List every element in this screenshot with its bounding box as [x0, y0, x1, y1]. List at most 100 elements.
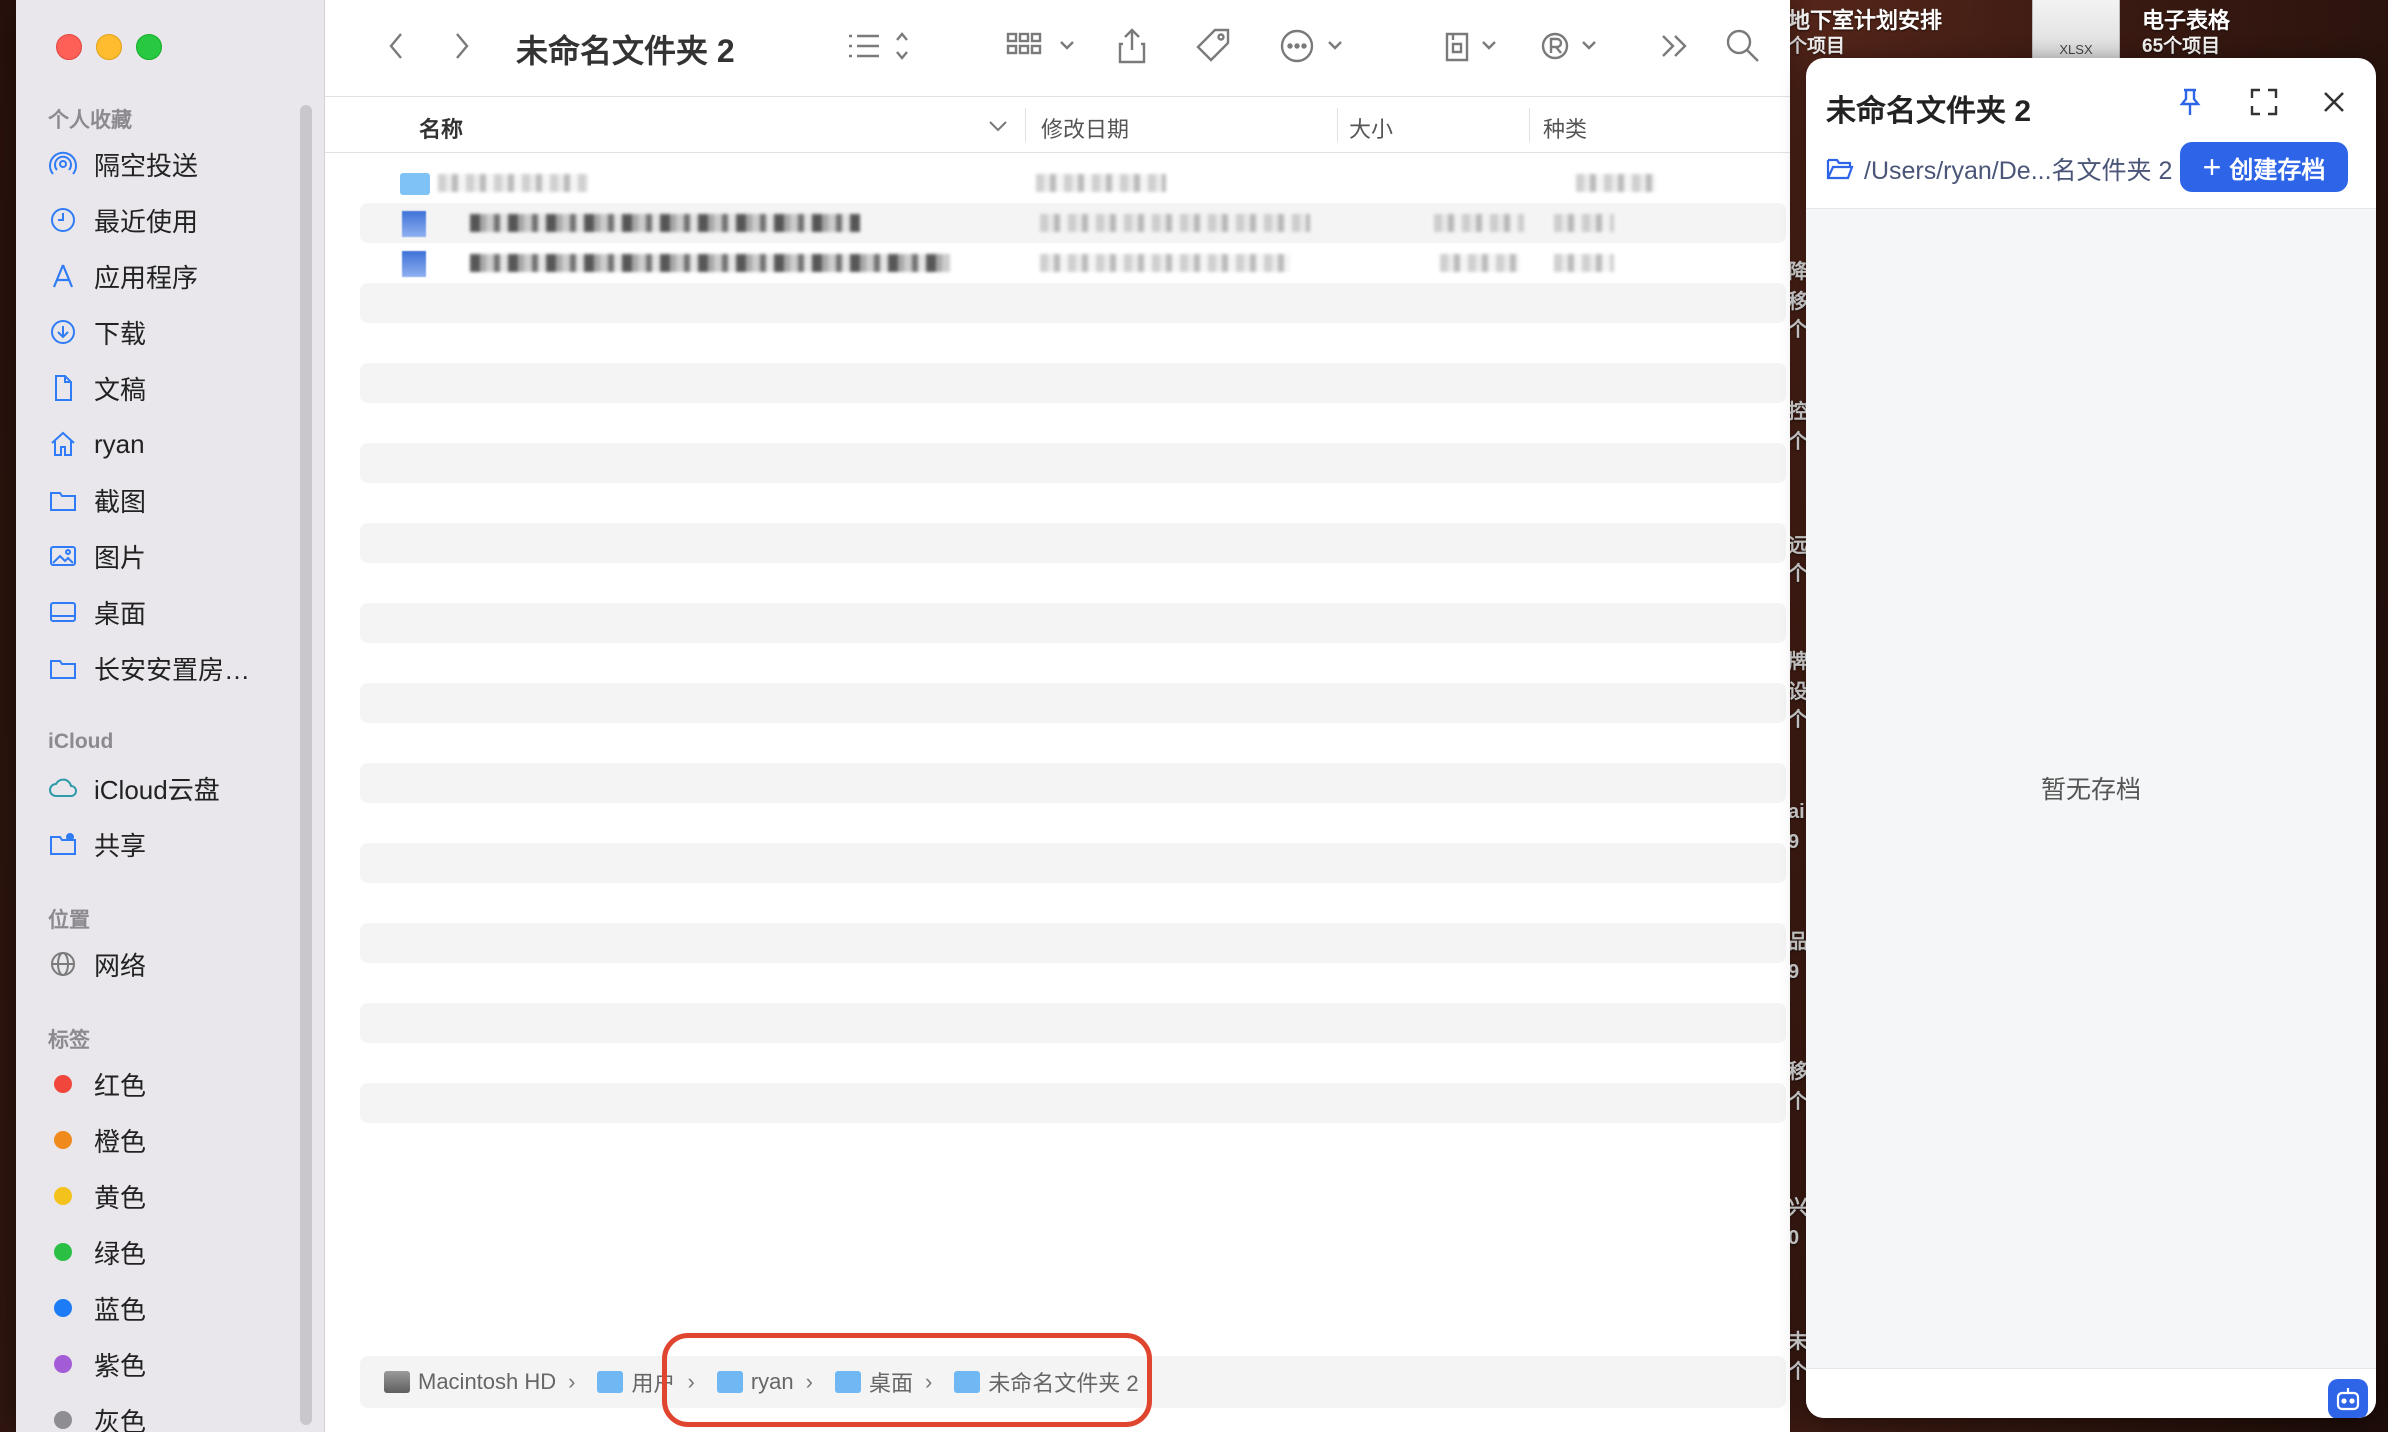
column-kind[interactable]: 种类	[1543, 112, 1587, 144]
desktop-item-spreadsheet[interactable]: 电子表格 65个项目	[2142, 8, 2230, 60]
empty-row	[360, 403, 1786, 443]
assistant-button[interactable]	[2328, 1379, 2368, 1418]
column-modified[interactable]: 修改日期	[1041, 112, 1129, 144]
home-icon	[48, 428, 84, 460]
view-list-button[interactable]	[845, 24, 909, 68]
empty-row	[360, 563, 1786, 603]
sidebar-item-label: 图片	[94, 542, 147, 573]
panel-close-button[interactable]	[2314, 82, 2354, 122]
sidebar-tag-item[interactable]: 灰色	[48, 1398, 308, 1432]
sidebar-tag-item[interactable]: 绿色	[48, 1230, 308, 1274]
sidebar-item-downloads[interactable]: 下载	[48, 310, 308, 354]
back-button[interactable]	[385, 24, 409, 68]
table-row[interactable]	[360, 203, 1786, 243]
share-button[interactable]	[1115, 24, 1149, 68]
tags-button[interactable]	[1193, 24, 1233, 68]
icloud-heading: iCloud	[48, 730, 114, 753]
empty-row	[360, 803, 1786, 843]
sidebar-tag-item[interactable]: 紫色	[48, 1342, 308, 1386]
desktop-item-folder[interactable]: 地下室计划安排 个项目	[1788, 8, 1942, 60]
photo-icon	[48, 540, 84, 572]
empty-row	[360, 323, 1786, 363]
table-row[interactable]	[360, 243, 1786, 283]
sidebar-item-screenshots[interactable]: 截图	[48, 478, 308, 522]
empty-row	[360, 483, 1786, 523]
column-name[interactable]: 名称	[419, 112, 463, 144]
empty-row	[360, 923, 1786, 963]
folder-icon	[597, 1371, 624, 1393]
sidebar-item-label: 应用程序	[94, 262, 199, 293]
tag-dot-icon	[48, 1292, 84, 1324]
panel-path[interactable]: /Users/ryan/De...名文件夹 2	[1826, 144, 2172, 194]
sidebar-tag-item[interactable]: 黄色	[48, 1174, 308, 1218]
empty-row	[360, 843, 1786, 883]
clock-icon	[48, 204, 84, 236]
zoom-window-button[interactable]	[136, 34, 162, 60]
globe-icon	[48, 948, 84, 980]
pin-icon	[2179, 88, 2201, 115]
close-icon	[2324, 92, 2344, 112]
tags-heading: 标签	[48, 1029, 90, 1052]
folder-icon	[400, 173, 430, 195]
sidebar-item-label: 隔空投送	[94, 150, 199, 181]
sidebar-item-recents[interactable]: 最近使用	[48, 198, 308, 242]
pin-button[interactable]	[2170, 82, 2210, 122]
sidebar-item-airdrop[interactable]: 隔空投送	[48, 142, 308, 186]
chevron-down-icon[interactable]	[987, 116, 1009, 136]
sidebar-item-changan-folder[interactable]: 长安安置房…	[48, 646, 308, 690]
empty-state-text: 暂无存档	[2040, 776, 2141, 804]
column-size[interactable]: 大小	[1349, 112, 1393, 144]
extension-button[interactable]	[1539, 24, 1603, 68]
create-archive-button[interactable]: + 创建存档	[2180, 142, 2348, 192]
chevron-right-icon: ›	[568, 1369, 576, 1394]
sidebar-item-label: ryan	[94, 428, 145, 459]
empty-row	[360, 283, 1786, 323]
sidebar-item-pictures[interactable]: 图片	[48, 534, 308, 578]
sidebar-tag-item[interactable]: 红色	[48, 1062, 308, 1106]
grid-icon	[1006, 32, 1074, 55]
sidebar-item-home[interactable]: ryan	[48, 422, 308, 466]
sidebar-item-icloud-drive[interactable]: iCloud云盘	[48, 766, 308, 810]
sidebar-item-label: 橙色	[94, 1126, 147, 1157]
tag-dot-icon	[48, 1124, 84, 1156]
panel-footer	[1806, 1368, 2376, 1418]
column-header: 名称 修改日期 大小 种类	[325, 100, 1790, 153]
tag-dot-icon	[48, 1180, 84, 1212]
archive-panel: 未命名文件夹 2 /Users/ryan/De...名文件夹 2 + 创建存档 …	[1806, 58, 2376, 1418]
toolbar-overflow-button[interactable]	[1657, 24, 1693, 68]
minimize-window-button[interactable]	[96, 34, 122, 60]
sidebar-item-label: 灰色	[94, 1406, 147, 1432]
archive-button[interactable]	[1439, 24, 1503, 68]
sidebar-item-desktop[interactable]: 桌面	[48, 590, 308, 634]
xlsx-thumbnail[interactable]: XLSX	[2032, 0, 2120, 59]
action-menu-button[interactable]	[1279, 24, 1349, 68]
close-window-button[interactable]	[56, 34, 82, 60]
expand-button[interactable]	[2244, 82, 2284, 122]
document-icon	[48, 372, 84, 404]
sidebar-item-documents[interactable]: 文稿	[48, 366, 308, 410]
archive-icon	[1445, 32, 1496, 62]
empty-row	[360, 443, 1786, 483]
sidebar-item-label: 长安安置房…	[94, 654, 251, 685]
desktop-item-count: 65个项目	[2142, 36, 2221, 57]
sidebar: 个人收藏 隔空投送 最近使用 应用程序 下载 文稿 ryan 截图 图片 桌面 …	[16, 0, 325, 1432]
path-crumb-macintosh-hd[interactable]: Macintosh HD ›	[384, 1369, 575, 1395]
annotation-highlight	[662, 1333, 1152, 1427]
sidebar-item-network[interactable]: 网络	[48, 942, 308, 986]
sidebar-item-shared[interactable]: 共享	[48, 822, 308, 866]
sidebar-item-label: iCloud云盘	[94, 774, 220, 805]
empty-row	[360, 963, 1786, 1003]
favorites-heading: 个人收藏	[48, 109, 132, 132]
table-row[interactable]	[360, 163, 1786, 203]
sidebar-item-applications[interactable]: 应用程序	[48, 254, 308, 298]
group-button[interactable]	[1005, 24, 1079, 68]
forward-button[interactable]	[449, 24, 473, 68]
empty-row	[360, 603, 1786, 643]
sidebar-scrollbar[interactable]	[300, 105, 312, 1425]
sidebar-item-label: 蓝色	[94, 1294, 147, 1325]
search-button[interactable]	[1723, 24, 1763, 68]
sidebar-tag-item[interactable]: 蓝色	[48, 1286, 308, 1330]
sidebar-tag-item[interactable]: 橙色	[48, 1118, 308, 1162]
applications-icon	[48, 260, 84, 292]
tag-dot-icon	[48, 1404, 84, 1432]
